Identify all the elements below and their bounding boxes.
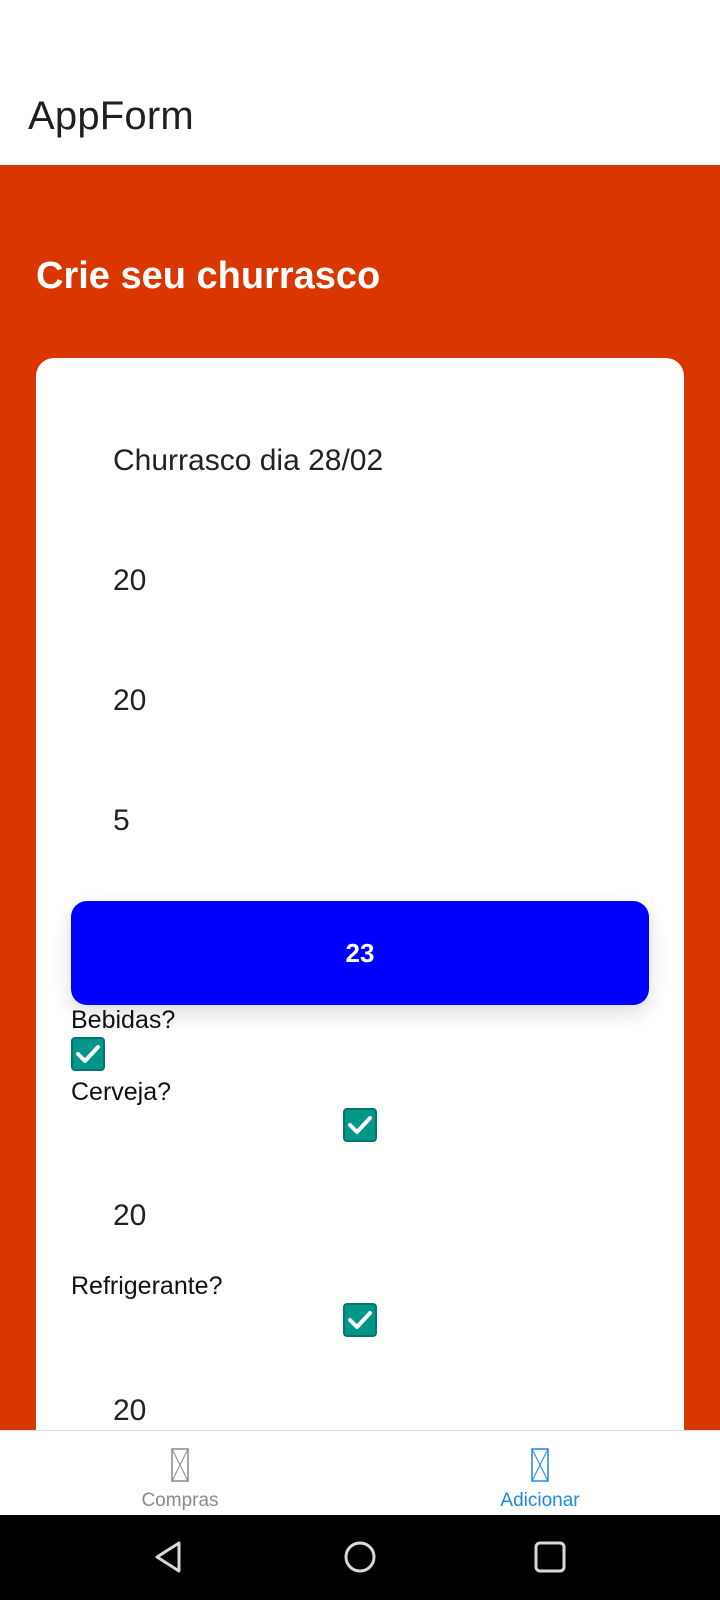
placeholder-icon [531, 1448, 549, 1482]
check-icon [348, 1311, 372, 1329]
content-area[interactable]: Crie seu churrasco Churrasco dia 28/02 2… [0, 165, 720, 1430]
tab-compras-label: Compras [141, 1490, 219, 1511]
drinks-label: Bebidas? [71, 1006, 176, 1034]
home-icon[interactable] [338, 1535, 382, 1579]
check-icon [348, 1116, 372, 1134]
beer-label: Cerveja? [71, 1078, 172, 1106]
soda-quantity-field[interactable]: 20 [113, 1394, 146, 1428]
beer-checkbox[interactable] [343, 1108, 377, 1142]
primary-button[interactable]: 23 [71, 901, 649, 1005]
event-name-field[interactable]: Churrasco dia 28/02 [113, 444, 383, 478]
beer-quantity-field[interactable]: 20 [113, 1199, 146, 1233]
primary-button-label: 23 [345, 937, 375, 968]
number-field-3[interactable]: 20 [113, 684, 146, 718]
system-navigation-bar [0, 1515, 720, 1600]
soda-label: Refrigerante? [71, 1272, 223, 1300]
screen: AppForm Crie seu churrasco Churrasco dia… [0, 0, 720, 1600]
check-icon [76, 1045, 100, 1063]
soda-checkbox[interactable] [343, 1303, 377, 1337]
number-field-2[interactable]: 20 [113, 564, 146, 598]
back-icon[interactable] [148, 1535, 192, 1579]
tab-compras[interactable]: Compras [0, 1431, 360, 1516]
form-card: Churrasco dia 28/02 20 20 5 23 Bebidas? … [36, 358, 684, 1430]
app-title: AppForm [28, 94, 194, 138]
placeholder-icon [171, 1448, 189, 1482]
app-bar: AppForm [0, 0, 720, 165]
number-field-4[interactable]: 5 [113, 804, 130, 838]
tab-adicionar[interactable]: Adicionar [360, 1431, 720, 1516]
tab-adicionar-label: Adicionar [500, 1490, 580, 1511]
page-headline: Crie seu churrasco [36, 255, 381, 297]
recents-icon[interactable] [528, 1535, 572, 1579]
bottom-tab-bar: Compras Adicionar [0, 1430, 720, 1516]
drinks-checkbox[interactable] [71, 1037, 105, 1071]
